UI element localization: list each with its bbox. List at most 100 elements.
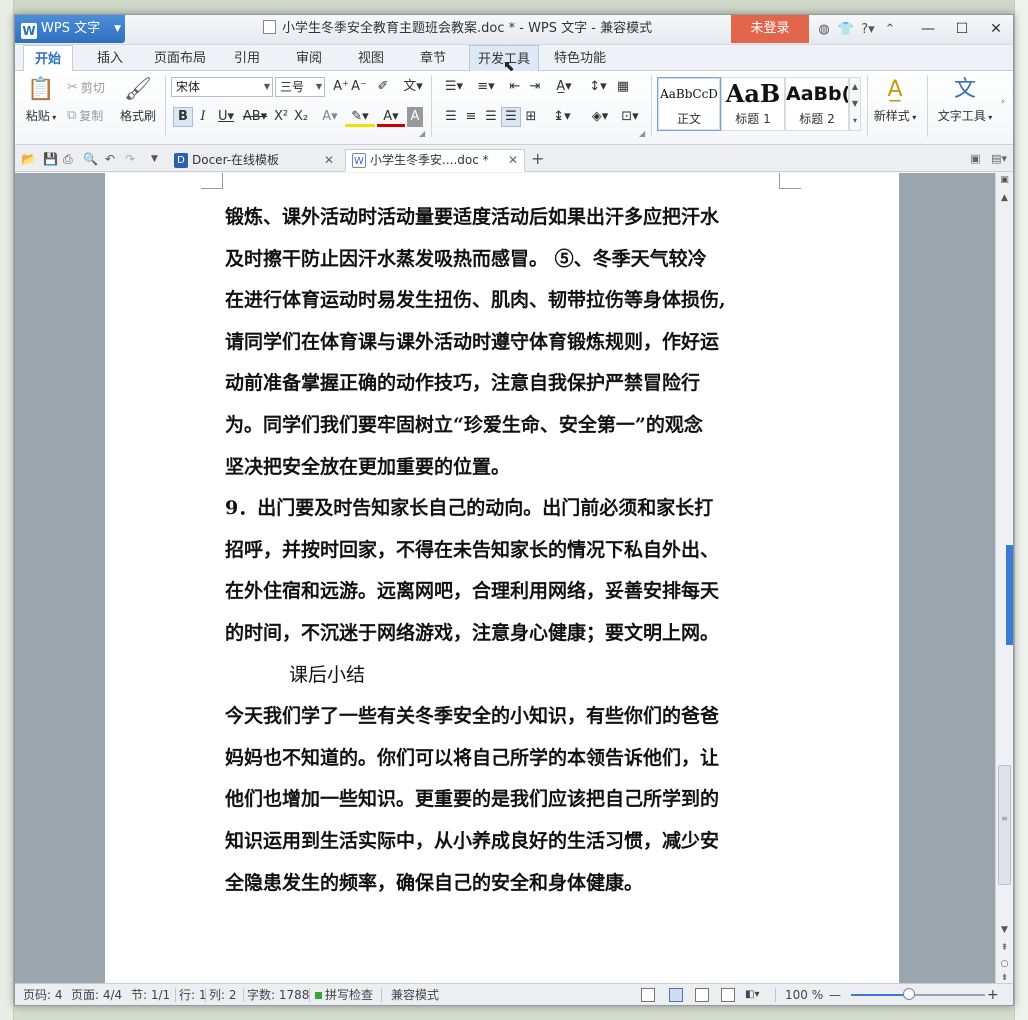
tab-menu-icon[interactable]: ▤▾ xyxy=(991,152,1007,165)
close-icon[interactable]: ✕ xyxy=(979,15,1013,43)
status-row[interactable]: 行: 1 xyxy=(179,984,207,1005)
new-style-button[interactable]: A̲ 新样式 ▾ xyxy=(867,77,923,124)
superscript-icon[interactable]: X² xyxy=(271,107,291,127)
save-icon[interactable]: 💾 xyxy=(43,146,58,172)
tab-insert[interactable]: 插入 xyxy=(81,45,139,71)
page-view-icon[interactable] xyxy=(669,988,683,1002)
zoom-slider-handle[interactable] xyxy=(903,988,915,1000)
print-preview-icon[interactable]: 🔍 xyxy=(83,146,98,172)
zoom-in-icon[interactable]: + xyxy=(987,984,999,1005)
tab-home[interactable]: 开始 xyxy=(23,45,73,72)
next-page-icon[interactable]: ⇟ xyxy=(996,973,1013,983)
doc-tab-current[interactable]: W 小学生冬季安....doc * ✕ xyxy=(345,149,525,172)
subscript-icon[interactable]: X₂ xyxy=(291,107,311,127)
tab-chapter[interactable]: 章节 xyxy=(405,45,461,71)
tab-special-features[interactable]: 特色功能 xyxy=(545,45,615,71)
line-spacing-icon[interactable]: ↨▾ xyxy=(547,107,577,127)
maximize-icon[interactable]: ☐ xyxy=(945,15,979,43)
justify-icon[interactable]: ☰ xyxy=(501,107,521,127)
decrease-indent-icon[interactable]: ⇤ xyxy=(505,77,525,97)
tab-review[interactable]: 审阅 xyxy=(281,45,337,71)
highlight-icon[interactable]: ✎▾ xyxy=(345,107,375,127)
shading-fill-icon[interactable]: ◈▾ xyxy=(585,107,615,127)
skin-icon[interactable]: ◍ xyxy=(813,22,835,37)
align-left-icon[interactable]: ☰ xyxy=(441,107,461,127)
style-gallery-scroll[interactable]: ▲ ▼ ▾ xyxy=(849,77,861,131)
align-center-icon[interactable]: ≡ xyxy=(461,107,481,127)
shrink-font-icon[interactable]: A⁻ xyxy=(349,77,369,97)
document-page[interactable]: 锻炼、课外活动时活动量要适度活动后如果出汗多应把汗水 及时擦干防止因汗水蒸发吸热… xyxy=(105,173,899,983)
distributed-align-icon[interactable]: ⊞ xyxy=(521,107,541,127)
font-size-select[interactable]: 三号 ▼ xyxy=(275,77,325,97)
tab-list-icon[interactable]: ▣ xyxy=(970,152,980,165)
status-word-count[interactable]: 字数: 1788 xyxy=(247,984,309,1005)
format-painter-button[interactable]: 🖌 格式刷 xyxy=(117,77,159,124)
undo-icon[interactable]: ↶ xyxy=(105,146,115,172)
borders-icon[interactable]: ⊡▾ xyxy=(617,107,643,127)
outline-view-icon[interactable] xyxy=(695,988,709,1002)
text-direction-icon[interactable]: A̲▾ xyxy=(549,77,579,97)
clear-format-icon[interactable]: ✐ xyxy=(373,77,393,97)
document-body[interactable]: 锻炼、课外活动时活动量要适度活动后如果出汗多应把汗水 及时擦干防止因汗水蒸发吸热… xyxy=(225,197,781,904)
text-effect-icon[interactable]: A▾ xyxy=(317,107,343,127)
full-screen-view-icon[interactable] xyxy=(641,988,655,1002)
status-pages[interactable]: 页面: 4/4 xyxy=(71,984,122,1005)
paste-button[interactable]: 📋 粘贴 ▾ xyxy=(21,77,61,124)
italic-icon[interactable]: I xyxy=(193,107,213,127)
pinyin-icon[interactable]: 文▾ xyxy=(399,77,427,97)
reading-mode-icon[interactable]: ◧▾ xyxy=(745,984,759,1005)
status-page-code[interactable]: 页码: 4 xyxy=(23,984,63,1005)
open-folder-icon[interactable]: 📂 xyxy=(21,146,36,172)
font-color-icon[interactable]: A▾ xyxy=(377,107,405,127)
web-view-icon[interactable] xyxy=(721,988,735,1002)
status-section[interactable]: 节: 1/1 xyxy=(131,984,170,1005)
font-dialog-launcher-icon[interactable]: ◢ xyxy=(419,129,425,138)
scroll-up-icon[interactable]: ▲ xyxy=(996,193,1013,203)
underline-icon[interactable]: U▾ xyxy=(213,107,239,127)
tab-references[interactable]: 引用 xyxy=(219,45,275,71)
side-panel-toggle[interactable] xyxy=(1006,545,1013,645)
close-icon[interactable]: ✕ xyxy=(508,150,518,171)
paragraph-dialog-launcher-icon[interactable]: ◢ xyxy=(639,129,645,138)
cut-button[interactable]: ✂ 剪切 xyxy=(67,79,105,96)
tab-view[interactable]: 视图 xyxy=(343,45,399,71)
print-icon[interactable]: ⎙ xyxy=(63,146,73,172)
style-normal[interactable]: AaBbCcD 正文 xyxy=(657,77,721,131)
scroll-down-icon[interactable]: ▼ xyxy=(996,925,1013,935)
minimize-icon[interactable]: — xyxy=(911,15,945,43)
strikethrough-icon[interactable]: AB▾ xyxy=(241,107,269,127)
zoom-level[interactable]: 100 % xyxy=(785,984,823,1005)
close-icon[interactable]: ✕ xyxy=(324,150,334,171)
tab-page-layout[interactable]: 页面布局 xyxy=(145,45,215,71)
align-right-icon[interactable]: ☰ xyxy=(481,107,501,127)
ribbon-more-icon[interactable]: › xyxy=(1001,97,1005,107)
new-tab-icon[interactable]: + xyxy=(531,146,544,172)
zoom-slider[interactable] xyxy=(851,994,985,996)
scroll-thumb[interactable]: ≡ xyxy=(998,765,1011,885)
help-icon[interactable]: ?▾ xyxy=(857,22,879,37)
status-col[interactable]: 列: 2 xyxy=(209,984,237,1005)
bold-icon[interactable]: B xyxy=(173,107,193,127)
text-tools-button[interactable]: 文 文字工具 ▾ xyxy=(933,77,997,124)
login-button[interactable]: 未登录 xyxy=(731,15,809,43)
increase-indent-icon[interactable]: ⇥ xyxy=(525,77,545,97)
copy-button[interactable]: ⧉ 复制 xyxy=(67,107,103,124)
doc-tab-docer[interactable]: D Docer-在线模板 ✕ xyxy=(167,149,341,172)
wps-app-menu-button[interactable]: W WPS 文字 ▼ xyxy=(15,15,125,43)
collapse-icon[interactable]: ⌃ xyxy=(879,22,901,37)
redo-icon[interactable]: ↷ xyxy=(125,146,135,172)
spell-check-status[interactable]: 拼写检查 xyxy=(315,984,373,1005)
zoom-out-icon[interactable]: — xyxy=(829,984,841,1005)
bullets-icon[interactable]: ☰▾ xyxy=(439,77,469,97)
ruler-toggle-icon[interactable]: ▣ xyxy=(996,175,1013,185)
sort-icon[interactable]: ↕▾ xyxy=(585,77,611,97)
style-heading-2[interactable]: AaBb( 标题 2 xyxy=(785,77,849,131)
style-heading-1[interactable]: AaB 标题 1 xyxy=(721,77,785,131)
table-grid-icon[interactable]: ▦ xyxy=(613,77,633,97)
grow-font-icon[interactable]: A⁺ xyxy=(331,77,351,97)
char-shading-icon[interactable]: A xyxy=(407,107,423,127)
shirt-icon[interactable]: 👕 xyxy=(835,22,857,37)
previous-page-icon[interactable]: ⇞ xyxy=(996,943,1013,953)
numbering-icon[interactable]: ≡▾ xyxy=(471,77,501,97)
select-browse-object-icon[interactable]: ○ xyxy=(996,959,1013,969)
